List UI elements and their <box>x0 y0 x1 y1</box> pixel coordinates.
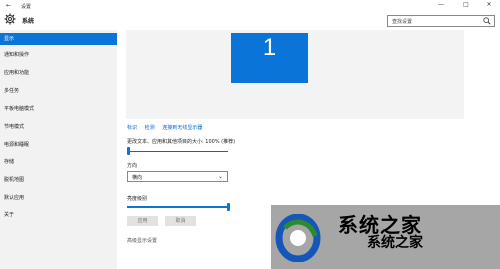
sidebar-item-power-sleep[interactable]: 电源和睡眠 <box>0 139 117 151</box>
sidebar-item-offline-maps[interactable]: 脱机地图 <box>0 174 117 186</box>
sidebar-item-storage[interactable]: 存储 <box>0 156 117 168</box>
apply-button[interactable]: 应用 <box>127 216 158 226</box>
sidebar-item-multitasking[interactable]: 多任务 <box>0 85 117 97</box>
watermark-logo-icon <box>275 214 321 262</box>
brightness-slider-thumb[interactable] <box>227 203 230 211</box>
sidebar-item-default-apps[interactable]: 默认应用 <box>0 192 117 204</box>
search-input[interactable]: 查找设置 <box>387 15 495 27</box>
title-bar: ← 设置 — □ ✕ <box>0 0 500 12</box>
orientation-value: 横向 <box>132 175 143 181</box>
page-title: 系统 <box>22 18 35 25</box>
cancel-button[interactable]: 取消 <box>165 216 196 226</box>
sidebar-item-apps[interactable]: 应用和功能 <box>0 67 117 79</box>
detect-link[interactable]: 检测 <box>145 125 155 131</box>
maximize-button[interactable]: □ <box>461 1 471 8</box>
gear-icon <box>4 13 16 25</box>
scale-label: 更改文本、应用和其他项目的大小: 100% (推荐) <box>127 139 236 145</box>
connect-wireless-link[interactable]: 连接到无线显示器 <box>162 125 202 131</box>
sidebar-item-battery-saver[interactable]: 节电模式 <box>0 121 117 133</box>
display-links: 标识 检测 连接到无线显示器 <box>127 124 208 131</box>
header: 系统 查找设置 <box>0 12 500 30</box>
orientation-select[interactable]: 横向 ⌄ <box>127 171 228 182</box>
identify-link[interactable]: 标识 <box>127 125 137 131</box>
window-title: 设置 <box>21 4 32 10</box>
back-arrow-icon[interactable]: ← <box>6 2 11 9</box>
sidebar-item-tablet-mode[interactable]: 平板电脑模式 <box>0 103 117 115</box>
close-button[interactable]: ✕ <box>484 1 494 8</box>
chevron-down-icon: ⌄ <box>217 173 223 180</box>
scale-slider-thumb[interactable] <box>127 147 130 155</box>
search-icon[interactable] <box>483 17 491 25</box>
watermark-name-text: 系统之家 <box>367 235 423 251</box>
search-placeholder: 查找设置 <box>392 19 413 25</box>
advanced-display-settings-link[interactable]: 高级显示设置 <box>127 237 157 244</box>
minimize-button[interactable]: — <box>436 1 446 8</box>
display-preview: 1 <box>126 30 464 119</box>
brightness-label: 亮度级别 <box>127 196 148 202</box>
orientation-label: 方向 <box>127 163 138 169</box>
watermark: 系统之家 系统之家 <box>271 205 500 269</box>
sidebar-item-about[interactable]: 关于 <box>0 209 117 221</box>
sidebar: 显示 通知和操作 应用和功能 多任务 平板电脑模式 节电模式 电源和睡眠 存储 … <box>0 30 117 269</box>
brightness-slider[interactable] <box>127 206 228 208</box>
scale-slider[interactable] <box>127 151 228 152</box>
monitor-number: 1 <box>262 34 277 61</box>
monitor-1[interactable]: 1 <box>231 33 308 83</box>
sidebar-item-notifications[interactable]: 通知和操作 <box>0 49 117 61</box>
sidebar-item-display[interactable]: 显示 <box>0 33 117 45</box>
